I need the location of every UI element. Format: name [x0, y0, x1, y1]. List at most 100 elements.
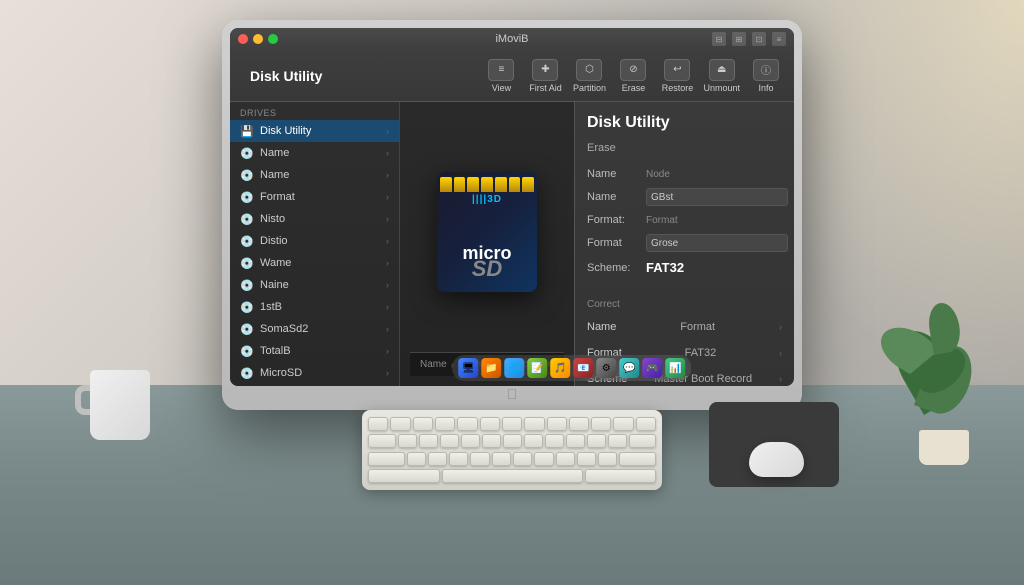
- key[interactable]: [534, 452, 553, 466]
- sidebar-item-distio[interactable]: 💿 Distio ›: [230, 230, 399, 252]
- name-input[interactable]: [646, 188, 788, 206]
- sidebar-item-totalb[interactable]: 💿 TotalB ›: [230, 340, 399, 362]
- dock-icon-6[interactable]: 📧: [573, 358, 593, 378]
- key[interactable]: [503, 434, 522, 448]
- sidebar-item-1stb[interactable]: 💿 1stB ›: [230, 296, 399, 318]
- close-button[interactable]: [238, 34, 248, 44]
- titlebar-icon-1[interactable]: ⊟: [712, 32, 726, 46]
- right-panel-title: Disk Utility: [587, 114, 782, 132]
- key[interactable]: [577, 452, 596, 466]
- dock-icon-1[interactable]: 🖥: [458, 358, 478, 378]
- key[interactable]: [569, 417, 589, 431]
- key[interactable]: [636, 417, 656, 431]
- sidebar-item-more[interactable]: 💿 More ›: [230, 384, 399, 386]
- sidebar-item-name2[interactable]: 💿 Name ›: [230, 164, 399, 186]
- key[interactable]: [587, 434, 606, 448]
- sidebar-item-disk-utility[interactable]: 💾 Disk Utility ›: [230, 120, 399, 142]
- format-input[interactable]: [646, 234, 788, 252]
- key[interactable]: [480, 417, 500, 431]
- key[interactable]: [608, 434, 627, 448]
- sidebar-item-somasd2[interactable]: 💿 SomaSd2 ›: [230, 318, 399, 340]
- key[interactable]: [556, 452, 575, 466]
- key[interactable]: [524, 434, 543, 448]
- dock-icon-7[interactable]: ⚙: [596, 358, 616, 378]
- key[interactable]: [502, 417, 522, 431]
- key[interactable]: [585, 469, 657, 483]
- key[interactable]: [368, 452, 405, 466]
- key[interactable]: [482, 434, 501, 448]
- key[interactable]: [435, 417, 455, 431]
- key[interactable]: [457, 417, 477, 431]
- traffic-lights: [238, 34, 278, 44]
- key[interactable]: [613, 417, 633, 431]
- key[interactable]: [368, 469, 440, 483]
- sidebar-item-name1[interactable]: 💿 Name ›: [230, 142, 399, 164]
- keyboard[interactable]: [362, 410, 662, 490]
- disk-utility-icon: 💾: [240, 124, 254, 138]
- key[interactable]: [428, 452, 447, 466]
- toolbar-partition-button[interactable]: ⬡ Partition: [571, 59, 607, 93]
- key[interactable]: [591, 417, 611, 431]
- key[interactable]: [449, 452, 468, 466]
- sidebar-item-label-naine: Naine: [260, 279, 380, 291]
- toolbar-unmount-button[interactable]: ⏏ Unmount: [703, 59, 740, 93]
- key[interactable]: [524, 417, 544, 431]
- minimize-button[interactable]: [253, 34, 263, 44]
- sidebar-item-naine[interactable]: 💿 Naine ›: [230, 274, 399, 296]
- monitor-screen: iMoviB ⊟ ⊞ ⊡ ≡ Disk Utility ≡ View: [230, 28, 794, 386]
- key[interactable]: [513, 452, 532, 466]
- dock-icon-5[interactable]: 🎵: [550, 358, 570, 378]
- titlebar-icon-2[interactable]: ⊞: [732, 32, 746, 46]
- magic-mouse[interactable]: [749, 442, 804, 477]
- toolbar-info-button[interactable]: ⓘ Info: [748, 59, 784, 93]
- key[interactable]: [398, 434, 417, 448]
- dock-icon-8[interactable]: 💬: [619, 358, 639, 378]
- toolbar-erase-button[interactable]: ⊘ Erase: [615, 59, 651, 93]
- dock-icon-3[interactable]: 🌐: [504, 358, 524, 378]
- sidebar-item-microsd[interactable]: 💿 MicroSD ›: [230, 362, 399, 384]
- key[interactable]: [440, 434, 459, 448]
- sidebar-item-label-somasd2: SomaSd2: [260, 323, 380, 335]
- titlebar-icon-4[interactable]: ≡: [772, 32, 786, 46]
- dock-icon-2[interactable]: 📁: [481, 358, 501, 378]
- sidebar-item-wame[interactable]: 💿 Wame ›: [230, 252, 399, 274]
- key[interactable]: [413, 417, 433, 431]
- sd-contact-3: [467, 177, 479, 192]
- sidebar-chevron-5: ›: [386, 236, 389, 246]
- key[interactable]: [419, 434, 438, 448]
- key[interactable]: [470, 452, 489, 466]
- maximize-button[interactable]: [268, 34, 278, 44]
- sidebar-item-format[interactable]: 💿 Format ›: [230, 186, 399, 208]
- key[interactable]: [390, 417, 410, 431]
- format-option-fat32-chevron: ›: [779, 348, 782, 358]
- sidebar-chevron-0: ›: [386, 126, 389, 136]
- key[interactable]: [629, 434, 657, 448]
- key[interactable]: [566, 434, 585, 448]
- return-key[interactable]: [619, 452, 656, 466]
- titlebar-icon-3[interactable]: ⊡: [752, 32, 766, 46]
- key[interactable]: [545, 434, 564, 448]
- sd-card-3d-logo: ||||3D: [472, 194, 502, 205]
- sd-contact-1: [440, 177, 452, 192]
- key[interactable]: [547, 417, 567, 431]
- key[interactable]: [368, 417, 388, 431]
- format-option-name[interactable]: Name Format ›: [587, 318, 782, 336]
- sidebar-chevron-11: ›: [386, 368, 389, 378]
- dock-icon-10[interactable]: 📊: [665, 358, 685, 378]
- sidebar-chevron-9: ›: [386, 324, 389, 334]
- key[interactable]: [492, 452, 511, 466]
- key[interactable]: [598, 452, 617, 466]
- sidebar-item-nisto[interactable]: 💿 Nisto ›: [230, 208, 399, 230]
- dock-icon-9[interactable]: 🎮: [642, 358, 662, 378]
- dock-icon-4[interactable]: 📝: [527, 358, 547, 378]
- toolbar-restore-button[interactable]: ↩ Restore: [659, 59, 695, 93]
- key[interactable]: [407, 452, 426, 466]
- toolbar-firstaid-button[interactable]: ✚ First Aid: [527, 59, 563, 93]
- key[interactable]: [368, 434, 396, 448]
- sidebar-chevron-2: ›: [386, 170, 389, 180]
- toolbar-view-button[interactable]: ≡ View: [483, 59, 519, 93]
- toolbar: Disk Utility ≡ View ✚ First Aid ⬡ Partit…: [230, 50, 794, 102]
- key[interactable]: [461, 434, 480, 448]
- spacebar[interactable]: [442, 469, 583, 483]
- sidebar-item-label-name1: Name: [260, 147, 380, 159]
